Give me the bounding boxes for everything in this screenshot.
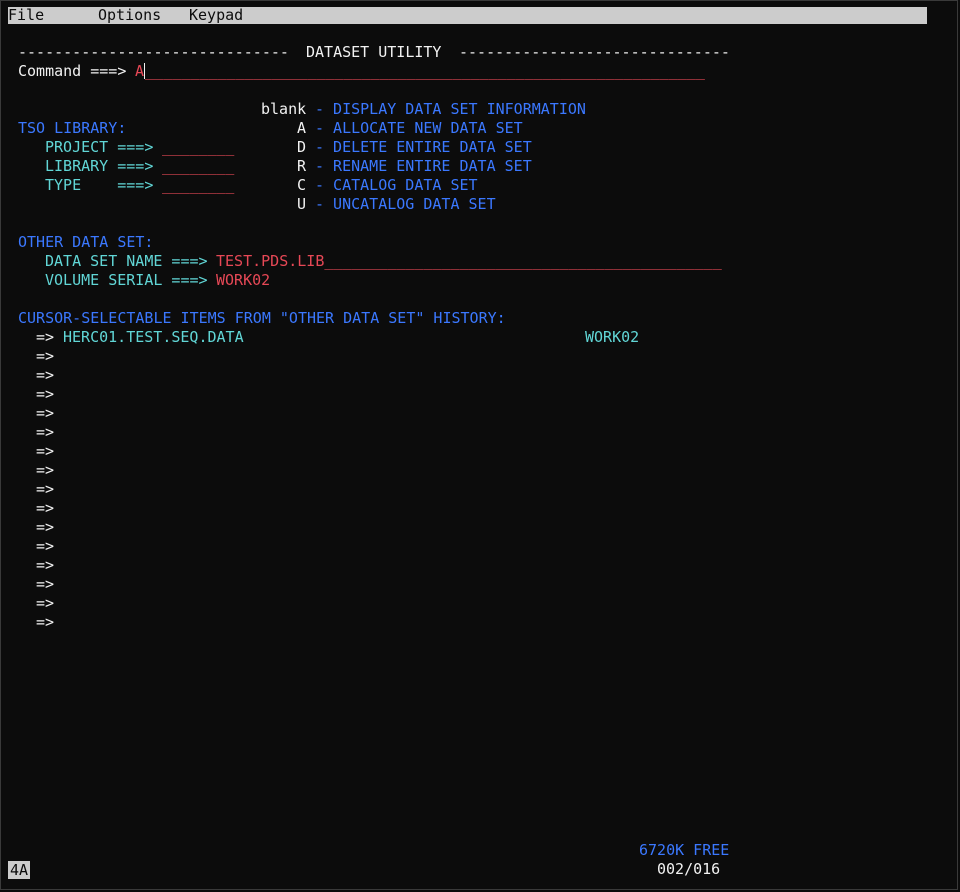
option-key: A [297,119,307,137]
library-row: LIBRARY ===> ________ R - RENAME ENTIRE … [18,157,532,176]
option-key: R [297,157,307,175]
tso-library-heading-row: TSO LIBRARY: A - ALLOCATE NEW DATA SET [18,119,523,138]
header-left-rule: ------------------------------ [18,43,289,61]
menu-keypad[interactable]: Keypad [189,7,243,24]
option-desc: - ALLOCATE NEW DATA SET [315,119,523,137]
history-arrow: => [36,556,55,574]
history-dataset[interactable]: HERC01.TEST.SEQ.DATA [63,328,244,347]
history-arrow: => [36,442,55,460]
dsn-row: DATA SET NAME ===> TEST.PDS.LIB_________… [18,252,722,271]
option-key: D [297,138,307,156]
volser-row: VOLUME SERIAL ===> WORK02 [18,271,270,290]
history-arrow: => [36,480,55,498]
option-desc: - DELETE ENTIRE DATA SET [315,138,532,156]
free-space-row: 6720K FREE [18,841,729,860]
other-data-set-heading: OTHER DATA SET: [18,233,154,251]
option-key: C [297,176,307,194]
history-arrow: => [36,328,55,346]
dsn-input[interactable]: TEST.PDS.LIB____________________________… [216,252,722,271]
tso-library-heading: TSO LIBRARY: [18,119,127,137]
command-line: Command ===> A__________________________… [18,62,705,81]
library-label: LIBRARY ===> [45,157,154,175]
other-data-set-heading-row: OTHER DATA SET: [18,233,153,252]
option-desc: - UNCATALOG DATA SET [315,195,496,213]
history-arrow: => [36,594,55,612]
option-key: blank [261,100,307,118]
history-arrow: => [36,404,55,422]
history-arrow: => [36,499,55,517]
page-title: DATASET UTILITY [306,43,442,61]
history-arrow: => [36,423,55,441]
option-desc: - RENAME ENTIRE DATA SET [315,157,532,175]
header-line: ------------------------------ DATASET U… [18,43,730,62]
history-arrow: => [36,613,55,631]
history-arrow: => [36,575,55,593]
dsn-label: DATA SET NAME ===> [45,252,208,270]
command-underline: ________________________________________… [145,62,705,80]
project-label: PROJECT ===> [45,138,154,156]
history-heading: CURSOR-SELECTABLE ITEMS FROM "OTHER DATA… [18,309,506,327]
history-arrow: => [36,461,55,479]
option-row: blank - DISPLAY DATA SET INFORMATION [18,100,586,119]
free-space: 6720K FREE [639,841,730,859]
option-desc: - CATALOG DATA SET [315,176,478,194]
menu-options[interactable]: Options [98,7,161,24]
dsn-value: TEST.PDS.LIB [216,252,325,270]
history-arrow: => [36,385,55,403]
history-arrow: => [36,366,55,384]
option-desc: - DISPLAY DATA SET INFORMATION [315,100,586,118]
history-item[interactable]: => HERC01.TEST.SEQ.DATA WORK02 [18,328,639,347]
menu-file[interactable]: File [8,7,44,24]
command-label: Command ===> [18,62,127,80]
history-arrow: => [36,518,55,536]
command-value: A [135,62,145,80]
menu-bar: File Options Keypad [8,7,927,24]
history-volume[interactable]: WORK02 [585,328,639,347]
command-input[interactable]: A_______________________________________… [135,62,705,81]
history-arrow: => [36,347,55,365]
library-input[interactable]: ________ [162,157,234,176]
type-label: TYPE ===> [45,176,154,194]
project-input[interactable]: ________ [162,138,234,157]
option-key: U [297,195,307,213]
volser-label: VOLUME SERIAL ===> [45,271,208,289]
history-heading-row: CURSOR-SELECTABLE ITEMS FROM "OTHER DATA… [18,309,506,328]
item-position: 002/016 [657,860,721,878]
dsn-underline: ________________________________________… [324,252,722,270]
status-indicator: 4A [8,861,31,879]
type-row: TYPE ===> ________ C - CATALOG DATA SET [18,176,478,195]
project-row: PROJECT ===> ________ D - DELETE ENTIRE … [18,138,532,157]
volser-input[interactable]: WORK02 [216,271,270,290]
option-row: U - UNCATALOG DATA SET [18,195,496,214]
history-arrow: => [36,537,55,555]
header-right-rule: ------------------------------ [459,43,730,61]
type-input[interactable]: ________ [162,176,234,195]
